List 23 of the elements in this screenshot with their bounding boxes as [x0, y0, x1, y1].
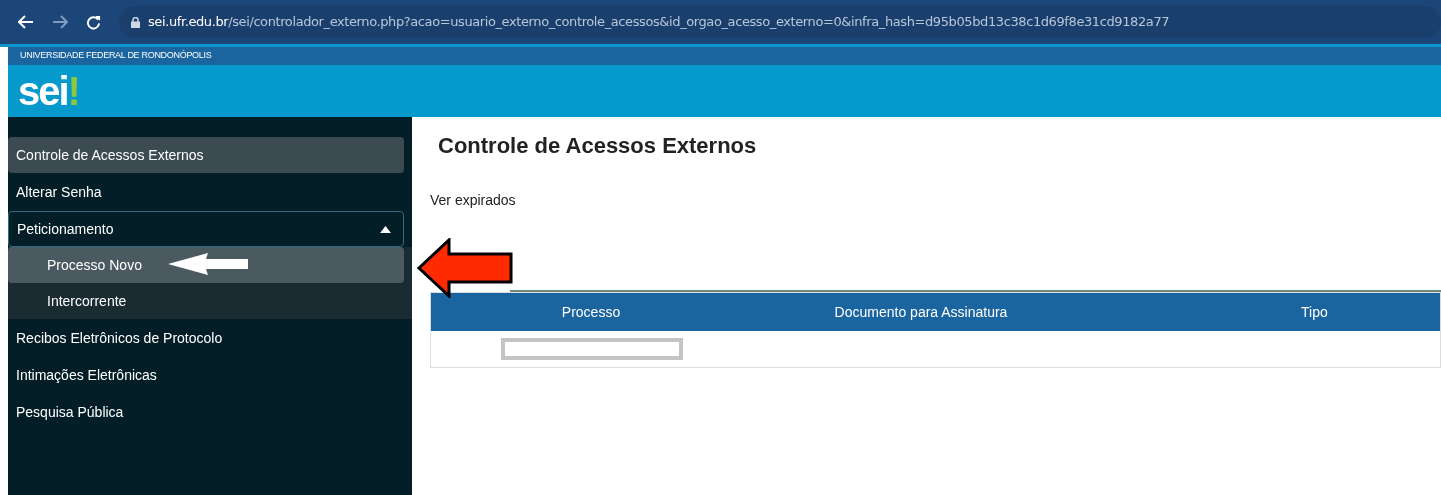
column-header: Tipo	[1300, 302, 1329, 322]
sidebar-item[interactable]: Peticionamento	[8, 211, 404, 247]
sidebar-item[interactable]: Intercorrente	[8, 283, 404, 319]
reload-icon[interactable]	[86, 14, 101, 30]
sidebar-item[interactable]: Recibos Eletrônicos de Protocolo	[8, 320, 404, 356]
sidebar-item[interactable]: Pesquisa Pública	[8, 394, 404, 430]
column-header: Documento para Assinatura	[833, 302, 1009, 322]
sidebar-item[interactable]: Processo Novo	[8, 247, 404, 283]
forward-icon[interactable]	[52, 15, 68, 29]
expired-link[interactable]: Ver expirados	[430, 190, 516, 211]
caret-up-icon	[380, 225, 391, 233]
callout-arrow-icon	[417, 238, 513, 298]
sidebar-item[interactable]: Alterar Senha	[8, 174, 404, 210]
sidebar-item[interactable]: Controle de Acessos Externos	[8, 137, 404, 173]
back-icon[interactable]	[18, 15, 34, 29]
column-header: Processo	[560, 302, 622, 322]
page-title: Controle de Acessos Externos	[438, 132, 758, 160]
pointer-arrow-icon	[168, 253, 248, 275]
address-bar[interactable]: sei.ufr.edu.br/sei/controlador_externo.php?acao=usuario_externo_controle_acessos&id_orgao_acesso_externo=0&infra_hash=d95b05bd13c38c1d69f8e31cd9182a77	[119, 6, 1441, 38]
lock-icon	[131, 16, 140, 28]
url-text: sei.ufr.edu.br/sei/controlador_externo.php?acao=usuario_externo_controle_acessos&id_orgao_acesso_externo=0&infra_hash=d95b05bd13c38c1d69f8e31cd9182a77	[148, 13, 1170, 32]
org-name: UNIVERSIDADE FEDERAL DE RONDONÓPOLIS	[20, 49, 212, 63]
sidebar-item[interactable]: Intimações Eletrônicas	[8, 357, 404, 393]
